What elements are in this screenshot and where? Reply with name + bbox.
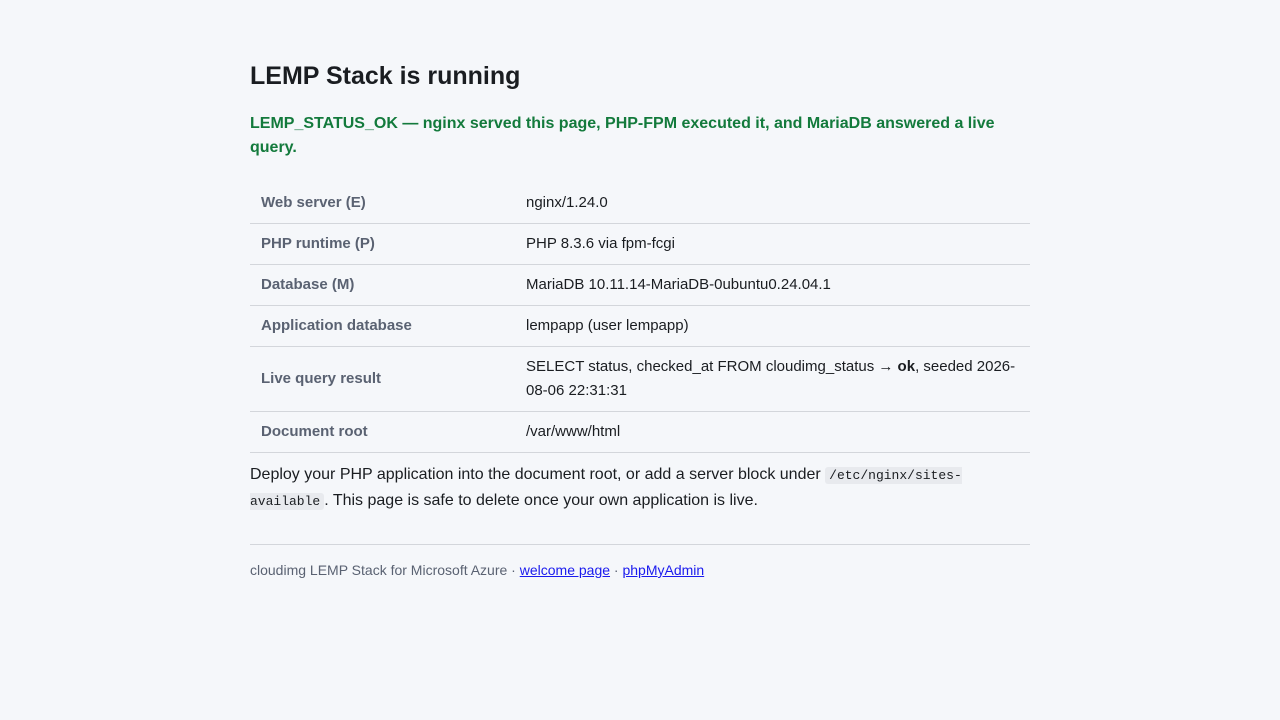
live-query-prefix: SELECT status, checked_at FROM cloudimg_… <box>526 358 898 375</box>
row-value-document-root: /var/www/html <box>515 411 1030 453</box>
footer: cloudimg LEMP Stack for Microsoft Azure … <box>250 544 1030 580</box>
row-label-database: Database (M) <box>250 264 515 306</box>
row-value-web-server: nginx/1.24.0 <box>515 183 1030 224</box>
row-value-application-database: lempapp (user lempapp) <box>515 305 1030 347</box>
row-label-live-query: Live query result <box>250 346 515 412</box>
row-label-php-runtime: PHP runtime (P) <box>250 223 515 265</box>
row-value-live-query: SELECT status, checked_at FROM cloudimg_… <box>515 346 1030 412</box>
table-row: Database (M) MariaDB 10.11.14-MariaDB-0u… <box>250 264 1030 306</box>
row-label-application-database: Application database <box>250 305 515 347</box>
note-text-before: Deploy your PHP application into the doc… <box>250 466 826 483</box>
table-row: Live query result SELECT status, checked… <box>250 346 1030 412</box>
table-row: Document root /var/www/html <box>250 411 1030 453</box>
table-row: PHP runtime (P) PHP 8.3.6 via fpm-fcgi <box>250 223 1030 265</box>
table-row: Web server (E) nginx/1.24.0 <box>250 183 1030 224</box>
deploy-note: Deploy your PHP application into the doc… <box>250 462 1010 514</box>
status-message: LEMP_STATUS_OK — nginx served this page,… <box>250 115 995 156</box>
page-title: LEMP Stack is running <box>250 62 521 90</box>
footer-separator: · <box>610 562 623 578</box>
row-value-database: MariaDB 10.11.14-MariaDB-0ubuntu0.24.04.… <box>515 264 1030 306</box>
phpmyadmin-link[interactable]: phpMyAdmin <box>622 562 704 578</box>
row-label-web-server: Web server (E) <box>250 183 515 224</box>
note-text-after: . This page is safe to delete once your … <box>324 492 758 509</box>
table-row: Application database lempapp (user lempa… <box>250 305 1030 347</box>
info-table: Web server (E) nginx/1.24.0 PHP runtime … <box>250 183 1030 453</box>
footer-text: cloudimg LEMP Stack for Microsoft Azure … <box>250 562 520 578</box>
row-label-document-root: Document root <box>250 411 515 453</box>
row-value-php-runtime: PHP 8.3.6 via fpm-fcgi <box>515 223 1030 265</box>
welcome-page-link[interactable]: welcome page <box>520 562 610 578</box>
live-query-status: ok <box>897 358 916 375</box>
